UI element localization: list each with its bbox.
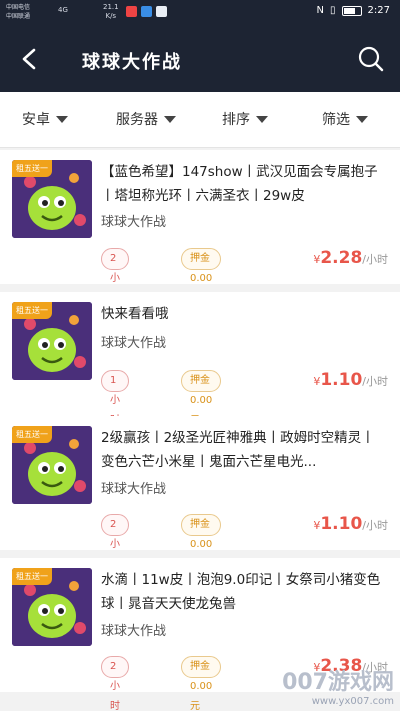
price-unit: /小时	[362, 519, 388, 532]
filter-label: 筛选	[322, 112, 350, 128]
game-thumbnail: 租五送一	[12, 568, 92, 646]
vibrate-icon: ▯	[330, 5, 336, 16]
listing-game: 球球大作战	[101, 624, 167, 639]
app-notification-icon	[141, 6, 152, 17]
game-thumbnail: 租五送一	[12, 160, 92, 238]
clock: 2:27	[367, 5, 390, 16]
min-hours-badge: 2小时起租	[101, 656, 129, 711]
deposit-badge: 押金0.00元	[181, 370, 222, 426]
chevron-left-icon	[22, 48, 36, 70]
listing-game: 球球大作战	[101, 215, 167, 230]
filter-screen[interactable]: 筛选	[322, 109, 368, 129]
listing-card[interactable]: 租五送一 快来看看哦 球球大作战 1小时起租 押金0.00元 ¥1.10/小时	[0, 292, 400, 466]
net-speed-unit: K/s	[105, 12, 117, 20]
listing-card[interactable]: 租五送一 【蓝色希望】147show丨武汉见面会专属抱子丨塔坦称光环丨六满圣衣丨…	[0, 150, 400, 344]
filter-label: 安卓	[22, 112, 50, 128]
deposit-badge: 押金0.00元	[181, 248, 222, 304]
watermark-logo: 007游戏网	[282, 670, 394, 695]
site-watermark: 007游戏网 www.yx007.com	[282, 664, 394, 707]
net-speed: 21.1 K/s	[103, 3, 119, 21]
price-value: 1.10	[320, 370, 363, 390]
battery-icon	[341, 5, 362, 16]
promo-tag: 租五送一	[12, 160, 52, 177]
watermark-url: www.yx007.com	[311, 696, 394, 707]
promo-tag: 租五送一	[12, 426, 52, 443]
game-thumbnail: 租五送一	[12, 426, 92, 504]
search-button[interactable]	[356, 44, 386, 74]
min-hours-badge: 2小时起租	[101, 248, 129, 344]
filter-server[interactable]: 服务器	[116, 109, 176, 129]
caret-down-icon	[164, 115, 176, 123]
filter-label: 排序	[222, 112, 250, 128]
price: ¥1.10/小时	[313, 514, 388, 534]
notification-icons	[126, 6, 167, 17]
caret-down-icon	[356, 115, 368, 123]
signal-indicator: 4G	[58, 6, 68, 14]
page-title: 球球大作战	[82, 52, 182, 73]
listing-game: 球球大作战	[101, 336, 167, 351]
listing-title: 水滴丨11w皮丨泡泡9.0印记丨女祭司小猪变色球丨晁音天天使龙兔兽	[101, 572, 381, 612]
filter-bar: 安卓 服务器 排序 筛选	[0, 92, 400, 148]
listing-game: 球球大作战	[101, 482, 167, 497]
filter-sort[interactable]: 排序	[222, 109, 268, 129]
price-unit: /小时	[362, 375, 388, 388]
listing-card[interactable]: 租五送一 2级赢孩丨2级圣光匠神雅典丨政姆时空精灵丨变色六芒小米星丨鬼面六芒星电…	[0, 416, 400, 610]
carrier-1: 中国电信	[6, 4, 31, 11]
min-hours-badge: 1小时起租	[101, 370, 129, 466]
filter-label: 服务器	[116, 112, 158, 128]
status-right: N ▯ 2:27	[317, 5, 390, 16]
carrier-2: 中国联通	[6, 13, 31, 20]
min-hours-badge: 2小时起租	[101, 514, 129, 610]
price: ¥2.28/小时	[313, 248, 388, 268]
listing-title: 2级赢孩丨2级圣光匠神雅典丨政姆时空精灵丨变色六芒小米星丨鬼面六芒星电光...	[101, 430, 375, 470]
net-speed-value: 21.1	[103, 3, 119, 11]
filter-platform[interactable]: 安卓	[22, 109, 68, 129]
deposit-badge: 押金0.00元	[181, 656, 222, 711]
carrier-labels: 中国电信 中国联通	[6, 3, 30, 21]
caret-down-icon	[56, 115, 68, 123]
search-icon	[358, 46, 384, 72]
caret-down-icon	[256, 115, 268, 123]
nav-bar: 球球大作战	[0, 26, 400, 92]
back-button[interactable]	[14, 44, 44, 74]
app-notification-icon	[156, 6, 167, 17]
promo-tag: 租五送一	[12, 302, 52, 319]
status-bar: 中国电信 中国联通 4G 21.1 K/s N ▯ 2:27	[0, 0, 400, 26]
price-value: 1.10	[320, 514, 363, 534]
deposit-badge: 押金0.00元	[181, 514, 222, 570]
app-notification-icon	[126, 6, 137, 17]
price-unit: /小时	[362, 253, 388, 266]
listing-title: 快来看看哦	[101, 306, 169, 322]
nfc-icon: N	[316, 5, 325, 16]
price-value: 2.28	[320, 248, 363, 268]
promo-tag: 租五送一	[12, 568, 52, 585]
listing-title: 【蓝色希望】147show丨武汉见面会专属抱子丨塔坦称光环丨六满圣衣丨29w皮	[101, 164, 378, 204]
game-thumbnail: 租五送一	[12, 302, 92, 380]
price: ¥1.10/小时	[313, 370, 388, 390]
